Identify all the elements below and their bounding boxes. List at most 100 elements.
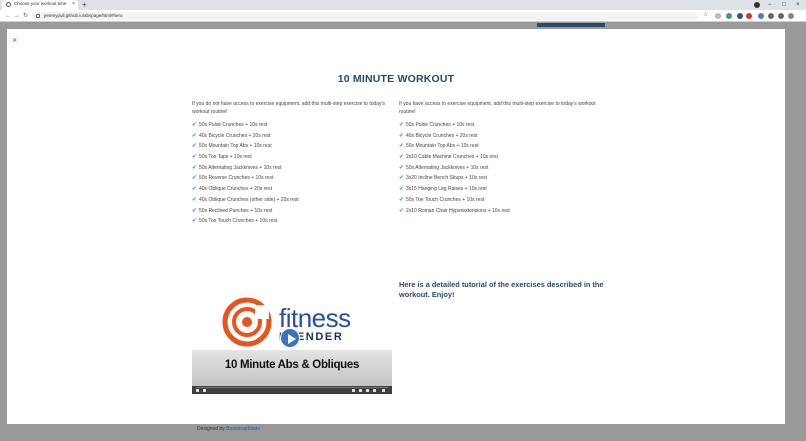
check-icon: ✔: [399, 132, 404, 139]
check-icon: ✔: [399, 122, 404, 128]
page-footer: Designed by BootstrapMade: [197, 426, 260, 432]
list-item: ✔ 50s Mountain Top Abs + 10s rest: [399, 143, 599, 154]
check-icon: ✔: [399, 164, 404, 171]
extension-icon[interactable]: [768, 13, 774, 19]
exercise-label: 50s Toe Taps + 10s rest: [199, 154, 252, 161]
list-item: ✔ 40s Oblique Crunches (other side) + 20s…: [192, 197, 392, 208]
list-item: ✔ 50s Toe Touch Crunches + 10s rest: [192, 218, 392, 229]
exercise-label: 50s Alternating Jackknives + 10s rest: [199, 164, 282, 171]
check-icon: ✔: [192, 196, 197, 203]
exercise-label: 2x10 Roman Chair Hyperextensions + 10s r…: [406, 207, 510, 214]
no-equipment-list: ✔ 50s Pulse Crunches + 10s rest ✔ 40s Bicyc…: [192, 122, 392, 229]
address-bar[interactable]: jeremypull.github.io/abspage/html#hero: [32, 12, 698, 20]
footer-link[interactable]: BootstrapMade: [226, 426, 260, 432]
list-item: ✔ 40s Bicycle Crunches + 20s rest: [192, 133, 392, 144]
play-control-icon[interactable]: [196, 389, 199, 392]
check-icon: ✔: [399, 186, 404, 193]
settings-icon[interactable]: [352, 389, 355, 392]
url-text: jeremypull.github.io/abspage/html#hero: [44, 13, 123, 18]
exercise-label: 2x10 Cable Machine Crunches + 10s rest: [406, 154, 498, 161]
list-item: ✔ 2x10 Roman Chair Hyperextensions + 10s …: [399, 208, 599, 219]
modal-title: 10 MINUTE WORKOUT: [337, 73, 455, 85]
check-icon: ✔: [192, 132, 197, 139]
list-item: ✔ 50s Toe Touch Crunches + 10s rest: [399, 197, 599, 208]
forward-arrow-icon[interactable]: →: [14, 10, 20, 22]
browser-tabstrip: Choose your workout time × + − □ ×: [0, 0, 806, 10]
page-header-fragment: [537, 23, 605, 27]
exercise-label: 40s Oblique Crunches + 20s rest: [199, 186, 272, 193]
exercise-label: 40s Bicycle Crunches + 20s rest: [406, 132, 478, 139]
exercise-label: 50s Mountain Top Abs + 10s rest: [199, 143, 272, 150]
video-progress-bar[interactable]: [196, 387, 388, 388]
tab-title: Choose your workout time: [14, 1, 67, 6]
equipment-column: If you have access to exercise equipment…: [399, 101, 599, 218]
list-item: ✔ 50s Mountain Top Abs + 10s rest: [192, 143, 392, 154]
fullscreen-icon[interactable]: [382, 389, 385, 392]
extension-icon[interactable]: [737, 13, 743, 19]
theater-icon[interactable]: [366, 389, 369, 392]
list-item: ✔ 40s Bicycle Crunches + 20s rest: [399, 133, 599, 144]
list-item: ✔ 50s Toe Taps + 10s rest: [192, 154, 392, 165]
exercise-label: 3x15 Hanging Leg Raises + 10s rest: [406, 186, 487, 193]
exercise-label: 3x20 Incline Bench Situps + 10s rest: [406, 175, 488, 182]
play-button[interactable]: [280, 328, 300, 348]
list-item: ✔ 3x15 Hanging Leg Raises + 10s rest: [399, 186, 599, 197]
video-controls: [192, 386, 392, 394]
tutorial-heading: Here is a detailed tutorial of the exerc…: [399, 280, 604, 299]
miniplayer-icon[interactable]: [359, 389, 362, 392]
back-arrow-icon[interactable]: ←: [5, 10, 11, 22]
check-icon: ✔: [192, 154, 197, 161]
video-caption: 10 Minute Abs & Obliques: [224, 359, 360, 371]
list-item: ✔ 50s Alternating Jackknives + 10s rest: [399, 165, 599, 176]
check-icon: ✔: [192, 122, 197, 128]
play-icon: [288, 333, 296, 344]
close-icon[interactable]: ×: [12, 35, 17, 45]
menu-icon[interactable]: [788, 13, 794, 19]
check-icon: ✔: [192, 143, 197, 150]
equipment-intro: If you have access to exercise equipment…: [399, 101, 596, 115]
video-player[interactable]: fitness BLENDER 10 Minute Abs & Obliques: [192, 291, 392, 394]
extension-icon[interactable]: [715, 13, 721, 19]
list-item: ✔ 3x20 Incline Bench Situps + 10s rest: [399, 175, 599, 186]
list-item: ✔ 50s Pulse Crunches + 10s rest: [192, 122, 392, 133]
youtube-icon[interactable]: [373, 389, 376, 392]
browser-tab[interactable]: Choose your workout time ×: [2, 0, 78, 10]
profile-icon[interactable]: [754, 2, 760, 8]
no-equipment-column: If you do not have access to exercise eq…: [192, 101, 392, 229]
tab-close-icon[interactable]: ×: [72, 1, 75, 7]
reload-icon[interactable]: ↻: [23, 10, 28, 22]
exercise-label: 40s Bicycle Crunches + 20s rest: [199, 132, 271, 139]
new-tab-button[interactable]: +: [82, 0, 87, 10]
volume-icon[interactable]: [203, 389, 206, 392]
exercise-label: 50s Alternating Jackknives + 10s rest: [406, 164, 489, 171]
exercise-label: 40s Oblique Crunches (other side) + 20s …: [199, 196, 299, 203]
extension-icon[interactable]: [758, 13, 764, 19]
fitness-blender-logo-icon: [222, 297, 272, 347]
equipment-list: ✔ 50s Pulse Crunches + 10s rest ✔ 40s Bicyc…: [399, 122, 599, 218]
check-icon: ✔: [192, 207, 197, 214]
list-item: ✔ 50s Alternating Jackknives + 10s rest: [192, 165, 392, 176]
bookmark-star-icon[interactable]: ☆: [703, 11, 708, 19]
exercise-label: 50s Reverse Crunches + 10s rest: [199, 175, 274, 182]
minimize-button[interactable]: −: [768, 0, 772, 10]
maximize-button[interactable]: □: [782, 0, 786, 10]
exercise-label: 50s Mountain Top Abs + 10s rest: [406, 143, 479, 150]
extension-icon[interactable]: [726, 13, 732, 19]
extension-icon[interactable]: [778, 13, 784, 19]
check-icon: ✔: [192, 175, 197, 182]
check-icon: ✔: [192, 164, 197, 171]
footer-prefix: Designed by: [197, 426, 225, 432]
globe-icon: [6, 2, 11, 7]
exercise-label: 50s Reclined Punches + 10s rest: [199, 207, 273, 214]
list-item: ✔ 2x10 Cable Machine Crunches + 10s rest: [399, 154, 599, 165]
check-icon: ✔: [399, 175, 404, 182]
list-item: ✔ 50s Pulse Crunches + 10s rest: [399, 122, 599, 133]
close-window-button[interactable]: ×: [796, 0, 800, 10]
list-item: ✔ 40s Oblique Crunches + 20s rest: [192, 186, 392, 197]
exercise-label: 50s Pulse Crunches + 10s rest: [199, 122, 268, 128]
extension-icon[interactable]: [746, 13, 752, 19]
browser-toolbar: ← → ↻ jeremypull.github.io/abspage/html#…: [0, 10, 806, 22]
check-icon: ✔: [192, 186, 197, 193]
exercise-label: 50s Pulse Crunches + 10s rest: [406, 122, 475, 128]
no-equipment-intro: If you do not have access to exercise eq…: [192, 101, 386, 115]
